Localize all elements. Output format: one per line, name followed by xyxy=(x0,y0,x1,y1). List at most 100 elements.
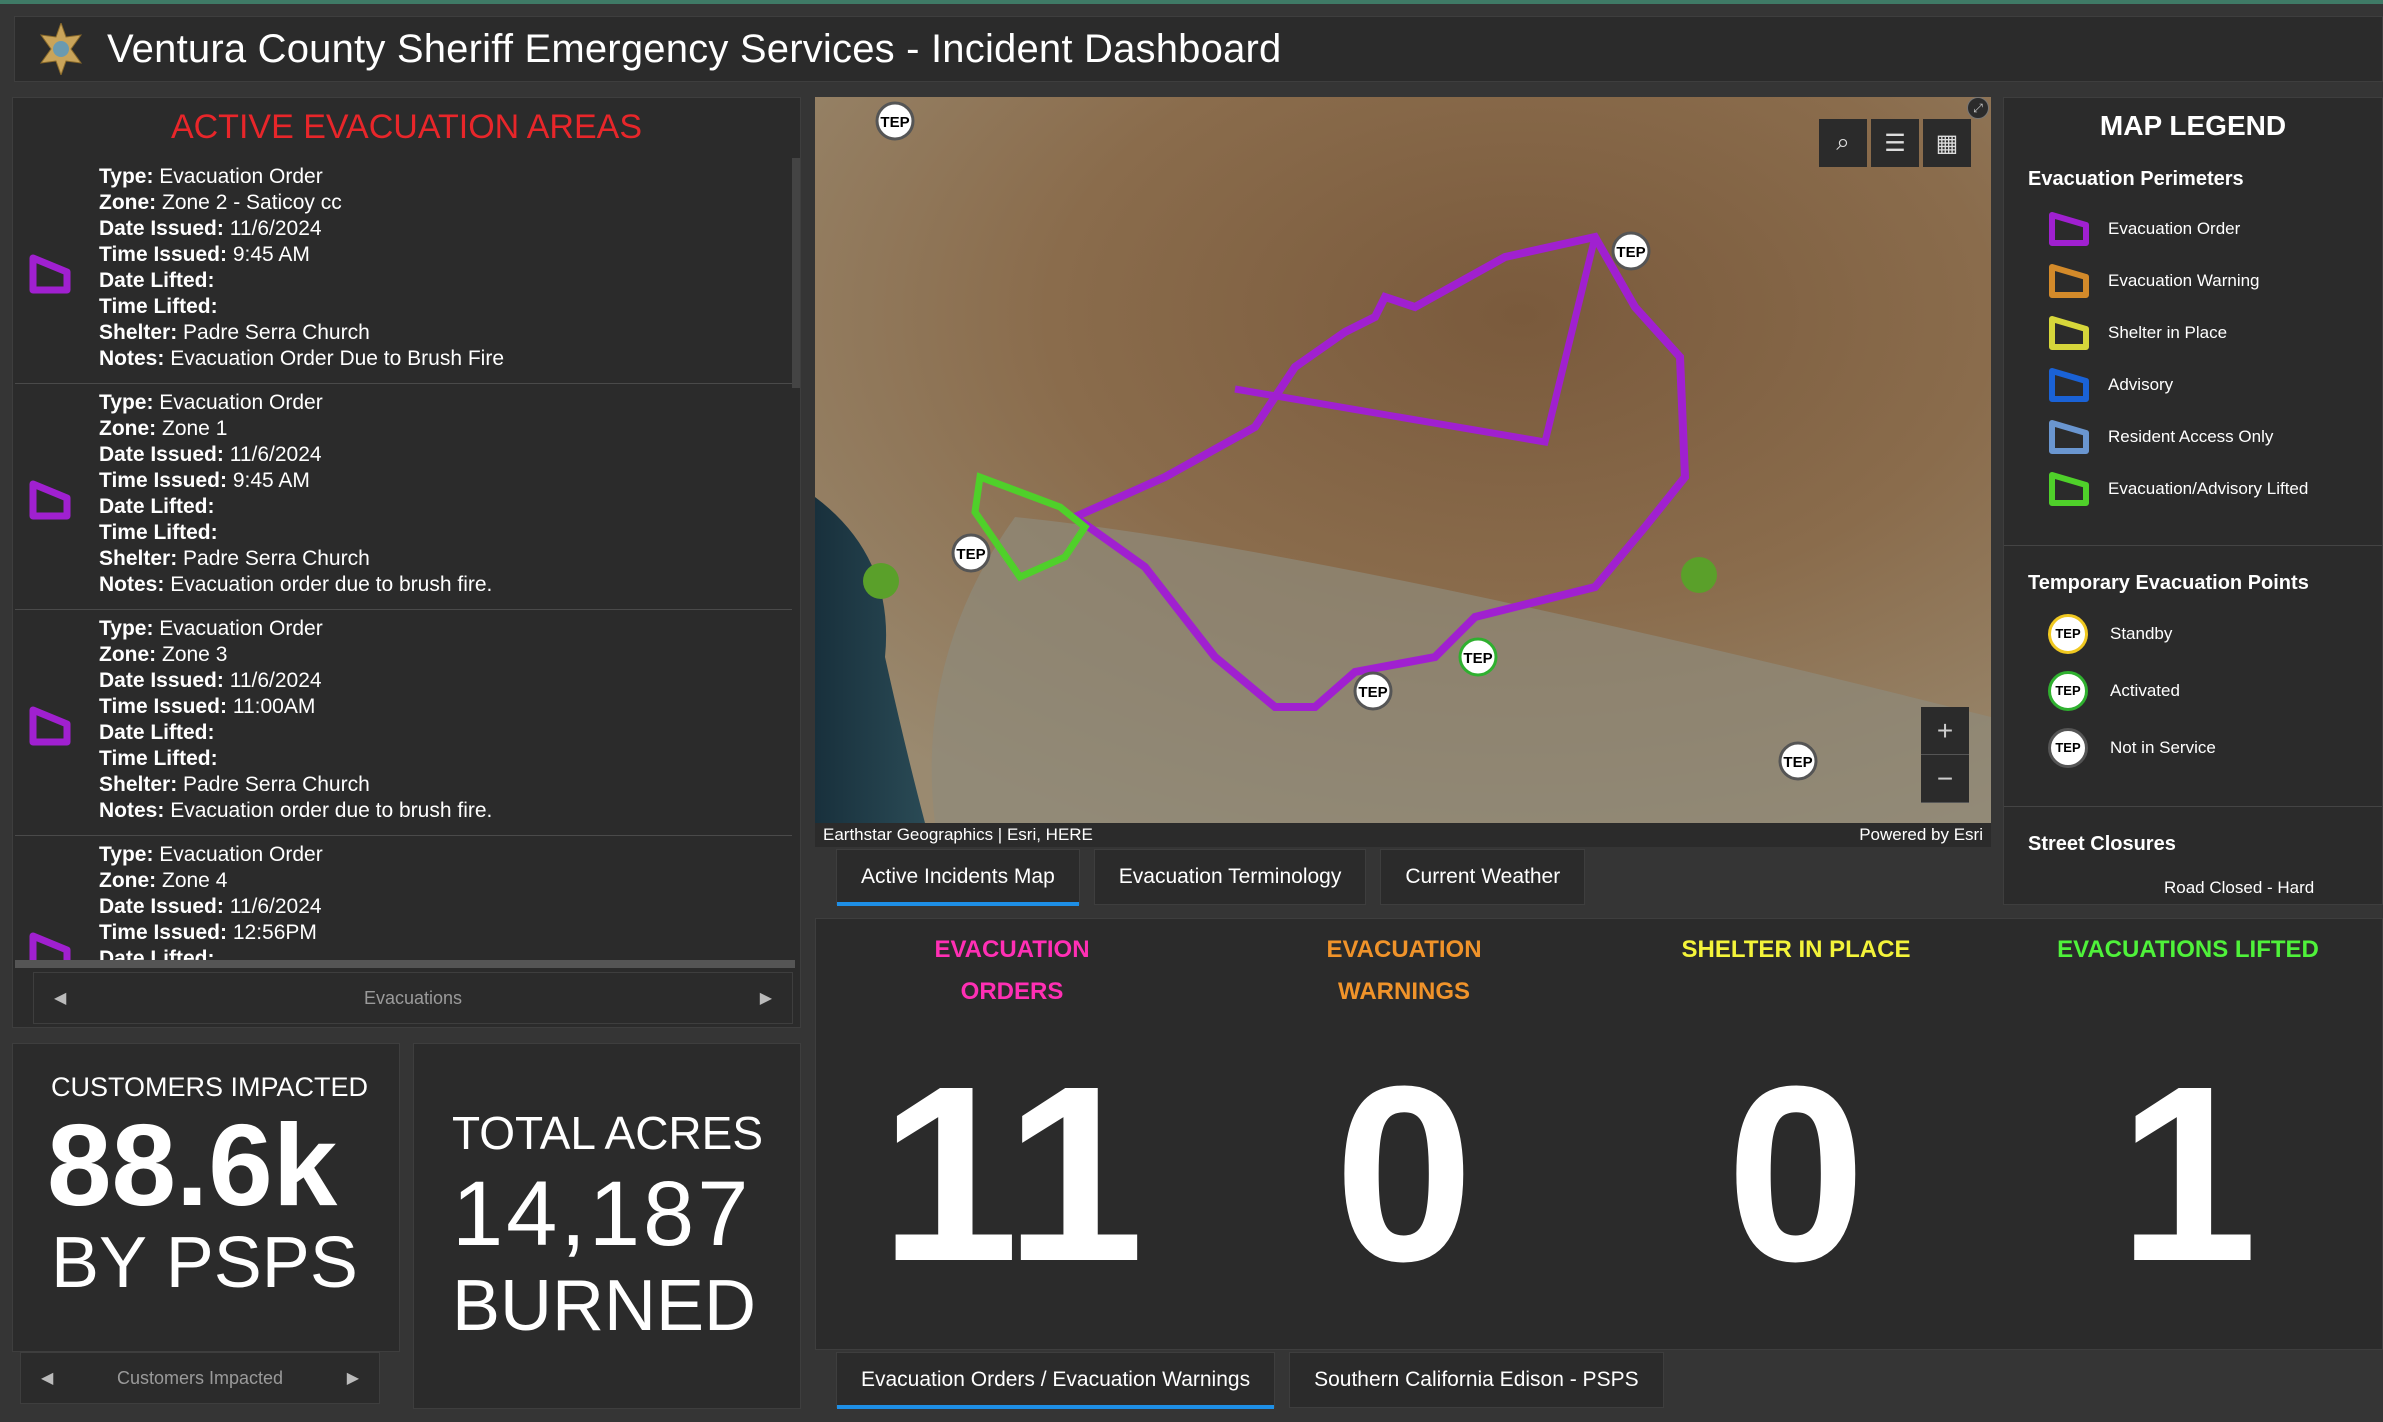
field-value: 11/6/2024 xyxy=(229,895,322,918)
stat-label: SHELTER IN PLACE xyxy=(1681,936,1911,963)
tep-marker[interactable]: TEP xyxy=(1353,671,1393,711)
next-arrow-icon[interactable]: ▶ xyxy=(760,988,772,1008)
tep-marker[interactable]: TEP xyxy=(951,533,991,573)
powered-by-esri[interactable]: Powered by Esri xyxy=(1859,825,1983,845)
shelter-bus-icon[interactable] xyxy=(863,563,899,599)
field-zone: Zone: Zone 4 xyxy=(99,868,793,894)
field-value: Padre Serra Church xyxy=(183,773,370,796)
stats-tabs: Evacuation Orders / Evacuation Warnings … xyxy=(836,1352,1664,1409)
acres-label: TOTAL ACRES xyxy=(452,1107,764,1159)
field-time-issued: Time Issued: 12:56PM xyxy=(99,920,793,946)
layer-list-icon[interactable]: ☰ xyxy=(1871,119,1919,167)
next-arrow-icon[interactable]: ▶ xyxy=(347,1368,359,1388)
shelter-bus-icon[interactable] xyxy=(1681,557,1717,593)
legend-item: Evacuation Order xyxy=(2048,203,2382,255)
field-date-issued: Date Issued: 11/6/2024 xyxy=(99,894,793,920)
field-label: Zone: xyxy=(99,643,157,666)
legend-title: MAP LEGEND xyxy=(2099,110,2287,141)
field-value: 11/6/2024 xyxy=(229,669,322,692)
page-title: Ventura County Sheriff Emergency Service… xyxy=(107,26,1282,71)
evacuation-list-item[interactable]: Type: Evacuation Order Zone: Zone 3 Date I… xyxy=(15,610,793,836)
evacuation-list-item[interactable]: Type: Evacuation Order Zone: Zone 4 Date I… xyxy=(15,836,793,966)
svg-text:TEP: TEP xyxy=(1358,684,1387,701)
field-value: Zone 2 - Saticoy cc xyxy=(162,191,342,214)
previous-arrow-icon[interactable]: ◀ xyxy=(54,988,66,1008)
field-date-lifted: Date Lifted: xyxy=(99,720,793,746)
zoom-out-button[interactable]: − xyxy=(1921,755,1969,803)
tep-marker[interactable]: TEP xyxy=(1778,741,1818,781)
tab-current-weather[interactable]: Current Weather xyxy=(1380,849,1586,905)
map-attribution: Earthstar Geographics | Esri, HERE Power… xyxy=(815,823,1991,847)
field-value: Evacuation Order xyxy=(159,165,323,188)
polygon-symbol-icon xyxy=(2049,212,2089,246)
scrollbar-thumb[interactable] xyxy=(792,158,800,388)
search-icon[interactable]: ⌕ xyxy=(1819,119,1867,167)
tab-evacuation-terminology[interactable]: Evacuation Terminology xyxy=(1093,849,1367,905)
tab-active-incidents-map[interactable]: Active Incidents Map xyxy=(836,849,1080,906)
basemap-gallery-icon[interactable]: ▦ xyxy=(1923,119,1971,167)
horizontal-scrollbar[interactable] xyxy=(15,960,795,968)
fullscreen-icon[interactable]: ⤢ xyxy=(1967,97,1989,119)
tab-sce-psps[interactable]: Southern California Edison - PSPS xyxy=(1289,1352,1664,1408)
legend-item: Shelter in Place xyxy=(2048,307,2382,359)
field-label: Zone: xyxy=(99,191,157,214)
stat-value: 1 xyxy=(2118,1034,2258,1313)
pager-label: Customers Impacted xyxy=(116,1367,284,1388)
polygon-symbol-icon xyxy=(2049,264,2089,298)
evacuation-list-item[interactable]: Type: Evacuation Order Zone: Zone 2 - Sat… xyxy=(15,158,793,384)
legend-item: Advisory xyxy=(2048,359,2382,411)
field-label: Date Lifted: xyxy=(99,721,215,744)
tep-marker[interactable]: TEP xyxy=(1458,637,1498,677)
field-label: Notes: xyxy=(99,573,165,596)
legend-label: Not in Service xyxy=(2110,737,2216,757)
legend-label: Evacuation Order xyxy=(2108,219,2241,238)
field-label: Date Lifted: xyxy=(99,495,215,518)
field-label: Notes: xyxy=(99,799,165,822)
svg-text:TEP: TEP xyxy=(1783,754,1812,771)
field-notes: Notes: Evacuation order due to brush fir… xyxy=(99,798,793,824)
stat-label: EVACUATION xyxy=(1326,936,1482,963)
field-date-issued: Date Issued: 11/6/2024 xyxy=(99,216,793,242)
zoom-in-button[interactable]: + xyxy=(1921,707,1969,755)
zoom-controls: + − xyxy=(1921,707,1969,803)
tep-marker[interactable]: TEP xyxy=(875,101,915,141)
customers-value: 88.6k xyxy=(47,1100,338,1230)
stat-column: EVACUATION WARNINGS 0 xyxy=(1208,919,1600,1299)
field-date-lifted: Date Lifted: xyxy=(99,268,793,294)
field-label: Zone: xyxy=(99,417,157,440)
acres-suffix: BURNED xyxy=(452,1265,757,1346)
previous-arrow-icon[interactable]: ◀ xyxy=(41,1368,53,1388)
map-canvas[interactable]: TEP TEP TEP TEP TEP TEP xyxy=(815,97,1991,823)
field-type: Type: Evacuation Order xyxy=(99,390,793,416)
evacuations-pager: ◀ Evacuations ▶ xyxy=(33,972,793,1024)
polygon-symbol-icon xyxy=(2049,368,2089,402)
field-date-issued: Date Issued: 11/6/2024 xyxy=(99,668,793,694)
stat-column: EVACUATION ORDERS 11 xyxy=(816,919,1208,1299)
active-evacuation-areas-panel: ACTIVE EVACUATION AREAS Type: Evacuation… xyxy=(12,97,801,1028)
field-value: 12:56PM xyxy=(232,921,317,944)
legend-label: Resident Access Only xyxy=(2108,427,2274,446)
tep-marker[interactable]: TEP xyxy=(1611,231,1651,271)
map-toolbar: ⌕ ☰ ▦ xyxy=(1819,119,1971,167)
map-legend-panel: MAP LEGEND Evacuation Perimeters Evacuat… xyxy=(2003,97,2383,905)
tep-heading: Temporary Evacuation Points xyxy=(2028,572,2309,594)
evacuation-list[interactable]: Type: Evacuation Order Zone: Zone 2 - Sat… xyxy=(15,158,793,966)
customers-impacted-panel: CUSTOMERS IMPACTED 88.6k BY PSPS xyxy=(12,1043,400,1352)
field-value: 11:00AM xyxy=(232,695,316,718)
tab-evacuation-orders-warnings[interactable]: Evacuation Orders / Evacuation Warnings xyxy=(836,1352,1276,1409)
street-closures-heading: Street Closures xyxy=(2028,833,2176,855)
legend-item: TEP Standby xyxy=(2048,605,2382,662)
field-label: Shelter: xyxy=(99,547,178,570)
active-incidents-map[interactable]: TEP TEP TEP TEP TEP TEP ⤢ ⌕ ☰ ▦ + − Earthstar… xyxy=(815,97,1991,847)
evacuation-list-item[interactable]: Type: Evacuation Order Zone: Zone 1 Date I… xyxy=(15,384,793,610)
field-value: Evacuation Order xyxy=(159,617,323,640)
svg-text:TEP: TEP xyxy=(1616,244,1645,261)
field-label: Time Lifted: xyxy=(99,521,218,544)
field-label: Date Issued: xyxy=(99,669,224,692)
stat-column: SHELTER IN PLACE 0 xyxy=(1600,919,1992,1299)
field-label: Type: xyxy=(99,617,154,640)
field-value: Zone 3 xyxy=(162,643,228,666)
field-label: Time Lifted: xyxy=(99,295,218,318)
stat-value: 0 xyxy=(1334,1034,1474,1313)
field-time-lifted: Time Lifted: xyxy=(99,746,793,772)
